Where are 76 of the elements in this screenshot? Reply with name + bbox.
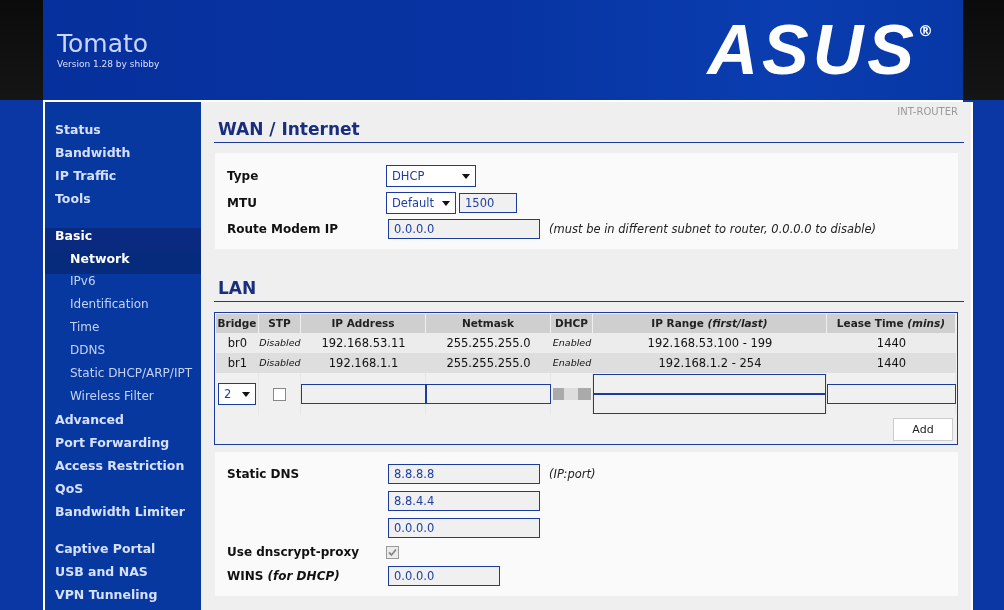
input-field[interactable]: 0.0.0.0 [388,566,500,586]
table-cell: Disabled [259,353,301,373]
lease-time-input[interactable] [826,384,956,404]
table-cell: 192.168.1.2 - 254 [593,353,827,373]
nav-subitem[interactable]: Wireless Filter [45,389,201,412]
table-cell: 192.168.53.100 - 199 [593,333,827,353]
nav-subitem[interactable]: Identification [45,297,201,320]
table-cell: Enabled [551,333,593,353]
nav-item[interactable]: Access Restriction [45,458,201,481]
field-label: Type [227,169,260,183]
table-cell: br1 [216,353,259,373]
column-header: Netmask [426,314,551,333]
table-cell: 255.255.255.0 [426,353,551,373]
field-label: Static DNS [227,467,301,481]
nav-subitem[interactable]: Static DHCP/ARP/IPT [45,366,201,389]
nav-item[interactable]: QoS [45,481,201,504]
table-cell: br0 [216,333,259,353]
table-cell: 1440 [827,353,956,373]
table-cell: Disabled [259,333,301,353]
nav-item[interactable]: IP Traffic [45,168,201,191]
nav-item[interactable]: Status [45,122,201,145]
field-label: MTU [227,196,258,210]
caret-icon [242,391,250,397]
input-field[interactable]: 0.0.0.0 [388,219,540,239]
field-note: (must be in different subnet to router, 0.0.0.0 to disable) [549,222,877,236]
caret-icon [462,173,470,179]
nav-subitem[interactable]: IPv6 [45,274,201,297]
checkmark-icon [388,547,397,557]
section-title: LAN [214,276,964,302]
add-button[interactable]: Add [893,418,953,441]
nav-item[interactable]: Captive Portal [45,541,201,564]
field-label: WINS (for DHCP) [227,569,341,583]
table-cell: 255.255.255.0 [426,333,551,353]
registered-mark: ® [918,22,933,40]
mtu-input[interactable]: 1500 [459,193,517,213]
table-cell: 1440 [827,333,956,353]
column-header: IP Range (first/last) [593,314,827,333]
bridge-select[interactable]: 2 [218,383,256,405]
field-label: Use dnscrypt-proxy [227,545,360,559]
nav-item[interactable]: Tools [45,191,201,214]
nav-item[interactable]: VPN Tunneling [45,587,201,610]
ip-address-input[interactable] [300,384,426,404]
field-label: Route Modem IP [227,222,339,236]
stp-checkbox[interactable] [273,387,286,401]
column-header: Lease Time (mins) [827,314,956,333]
type-select[interactable]: DHCP [386,165,476,187]
table-cell: Enabled [551,353,593,373]
router-name: INT-ROUTER [897,106,958,117]
column-header: Bridge [216,314,259,333]
nav-subitem[interactable]: Time [45,320,201,343]
version-text: Version 1.28 by shibby [57,59,160,69]
logo-text: ASUS [707,14,918,86]
nav-item[interactable]: Basic [45,228,201,251]
nav-item[interactable]: Bandwidth [45,145,201,168]
column-header: DHCP [551,314,593,333]
mtu-select[interactable]: Default [386,192,456,214]
nav-item[interactable]: Advanced [45,412,201,435]
nav-item[interactable]: Port Forwarding [45,435,201,458]
input-field[interactable]: 8.8.8.8 [388,464,540,484]
range-start-input[interactable] [593,374,826,394]
input-field[interactable]: 0.0.0.0 [388,518,540,538]
input-field[interactable]: 8.8.4.4 [388,491,540,511]
section-title: WAN / Internet [214,117,964,143]
range-end-input[interactable] [593,394,826,414]
column-header: IP Address [301,314,426,333]
nav-item[interactable]: Bandwidth Limiter [45,504,201,527]
netmask-input[interactable] [425,384,551,404]
table-cell: 192.168.1.1 [301,353,426,373]
column-header: STP [259,314,301,333]
nav-subitem[interactable]: Network [45,251,201,274]
field-note: (IP:port) [549,467,596,481]
caret-icon [442,200,450,206]
app-title: Tomato [57,30,150,58]
nav-subitem[interactable]: DDNS [45,343,201,366]
table-cell: 192.168.53.11 [301,333,426,353]
nav-item[interactable]: USB and NAS [45,564,201,587]
